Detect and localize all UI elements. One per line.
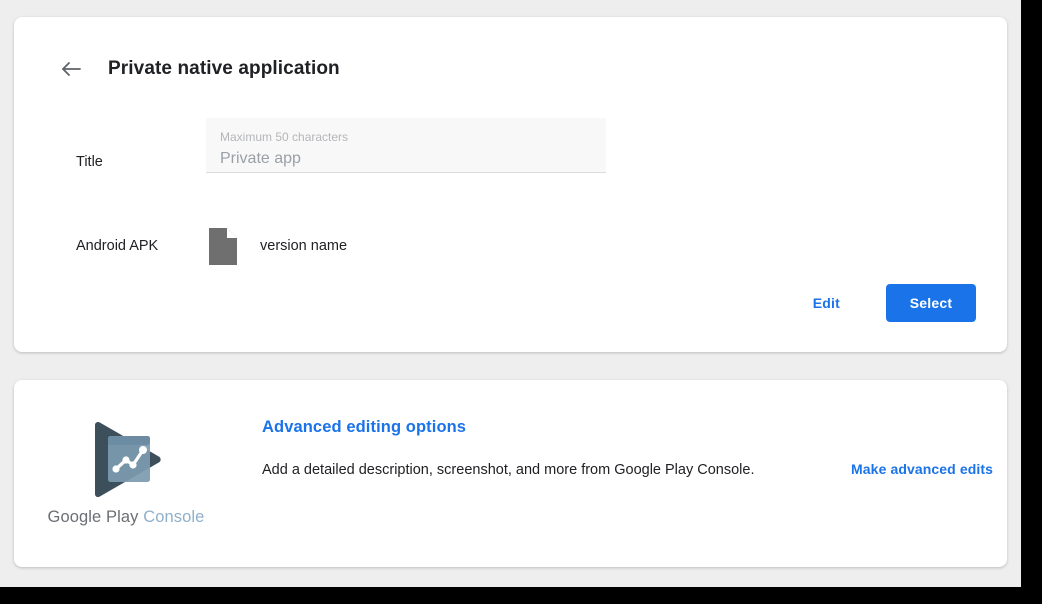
make-advanced-edits-link[interactable]: Make advanced edits (851, 461, 993, 477)
page-title: Private native application (108, 58, 340, 79)
file-document-icon (208, 228, 238, 266)
bottom-black-bar (0, 587, 1042, 604)
title-field-row: Title Maximum 50 characters Private app (58, 118, 978, 190)
android-apk-version: version name (260, 238, 348, 254)
google-play-console-logo (83, 416, 169, 502)
promo-content: Google Play Console Advanced editing opt… (14, 380, 1007, 567)
title-input-hint: Maximum 50 characters (220, 130, 349, 144)
right-black-gutter (1021, 0, 1042, 604)
advanced-editing-card: Google Play Console Advanced editing opt… (14, 380, 1007, 567)
google-play-console-wordmark: Google Play Console (38, 508, 214, 527)
select-button[interactable]: Select (886, 284, 976, 322)
content-area: Private native application Title Maximum… (0, 0, 1021, 587)
app-screen: Private native application Title Maximum… (0, 0, 1042, 604)
android-apk-label: Android APK (76, 238, 159, 254)
arrow-left-icon[interactable] (58, 56, 84, 82)
wordmark-google: Google (47, 508, 102, 526)
edit-button[interactable]: Edit (803, 285, 850, 321)
advanced-editing-options-heading[interactable]: Advanced editing options (262, 416, 466, 438)
card-header: Private native application (58, 56, 340, 82)
wordmark-play: Play (106, 508, 139, 526)
advanced-editing-description: Add a detailed description, screenshot, … (262, 462, 755, 478)
wordmark-console: Console (143, 508, 205, 526)
google-play-console-branding: Google Play Console (38, 416, 214, 527)
title-input[interactable]: Maximum 50 characters Private app (206, 118, 606, 173)
android-apk-row: Android APK version name (58, 223, 978, 271)
card-actions: Edit Select (803, 284, 976, 322)
app-details-card: Private native application Title Maximum… (14, 17, 1007, 352)
title-input-value: Private app (220, 150, 301, 167)
title-field-label: Title (76, 154, 103, 170)
promo-text-block: Advanced editing options Add a detailed … (262, 416, 822, 480)
